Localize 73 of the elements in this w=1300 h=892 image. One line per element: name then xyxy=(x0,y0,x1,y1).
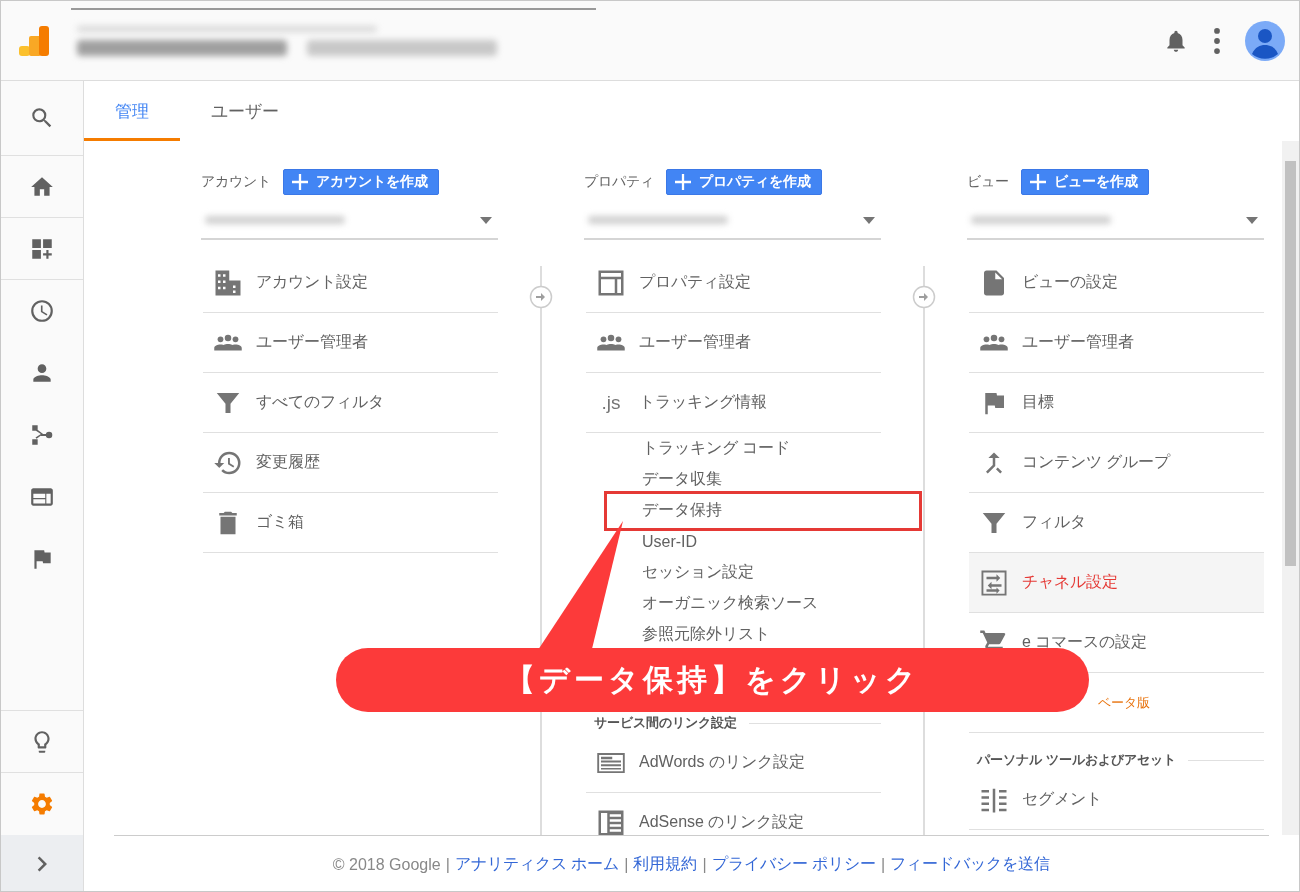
scrollbar[interactable] xyxy=(1282,141,1299,835)
menu-item[interactable]: すべてのフィルタ xyxy=(203,373,498,433)
menu-item[interactable]: 目標 xyxy=(969,373,1264,433)
menu-item[interactable]: チャネル設定 xyxy=(969,553,1264,613)
logo-icon[interactable] xyxy=(17,23,51,58)
menu-item-label: セグメント xyxy=(1022,789,1102,809)
menu-item[interactable]: コンテンツ グループ xyxy=(969,433,1264,493)
menu-item[interactable]: ユーザー管理者 xyxy=(969,313,1264,373)
separator-text: | xyxy=(445,855,450,874)
plus-icon xyxy=(675,174,691,190)
menu-item[interactable]: ユーザー管理者 xyxy=(586,313,881,373)
submenu-link[interactable]: データ保持 xyxy=(586,495,881,526)
js-icon: .js xyxy=(596,391,626,414)
submenu-link[interactable]: データ収集 xyxy=(586,464,881,495)
menu-item-label: ユーザー管理者 xyxy=(1022,332,1134,352)
menu-item-label: 目標 xyxy=(1022,392,1054,412)
caret-icon xyxy=(480,216,492,224)
branch-icon xyxy=(29,422,55,448)
menu-item[interactable]: アカウント設定 xyxy=(203,253,498,313)
column-label: プロパティ xyxy=(584,173,654,191)
caret-icon xyxy=(863,216,875,224)
copyright-text: © 2018 Google xyxy=(332,855,441,874)
settings-icon xyxy=(29,791,55,817)
menu-item-label: コンテンツ グループ xyxy=(1022,452,1171,472)
menu-item-label: ユーザー管理者 xyxy=(256,332,368,352)
arrow-circle-icon[interactable] xyxy=(529,285,553,309)
menu-item[interactable]: AdWords のリンク設定 xyxy=(586,733,881,793)
menu-item-label: フィルタ xyxy=(1022,512,1086,532)
create-button[interactable]: ビューを作成 xyxy=(1021,169,1149,195)
menu-item-label: ユーザー管理者 xyxy=(639,332,751,352)
footer-link[interactable]: プライバシー ポリシー xyxy=(711,854,877,875)
menu-item[interactable]: ユーザー管理者 xyxy=(203,313,498,373)
menu-item[interactable]: 変更履歴 xyxy=(203,433,498,493)
footer-link[interactable]: 利用規約 xyxy=(633,854,698,875)
separator-text: | xyxy=(624,855,629,874)
menu-item[interactable]: プロパティ設定 xyxy=(586,253,881,313)
menu-item-label: ゴミ箱 xyxy=(256,512,304,532)
separator-text: | xyxy=(881,855,886,874)
menu-item-label: ビューの設定 xyxy=(1022,272,1118,292)
menu-item[interactable]: ゴミ箱 xyxy=(203,493,498,553)
footer-link[interactable]: アナリティクス ホーム xyxy=(454,854,620,875)
column-label: アカウント xyxy=(201,173,271,191)
plus-icon xyxy=(1030,174,1046,190)
menu-item[interactable]: AdSense のリンク設定 xyxy=(586,793,881,835)
tab[interactable]: 管理 xyxy=(84,81,180,141)
beta-label: ベータ版 xyxy=(1098,693,1150,712)
tab[interactable]: ユーザー xyxy=(180,81,310,141)
menu-item[interactable]: .js トラッキング情報 xyxy=(586,373,881,433)
clock-icon xyxy=(29,298,55,324)
create-button[interactable]: プロパティを作成 xyxy=(666,169,822,195)
separator-text: | xyxy=(702,855,707,874)
menu-item-label: アカウント設定 xyxy=(256,272,368,292)
submenu-link[interactable]: セッション設定 xyxy=(586,557,881,588)
plus-icon xyxy=(292,174,308,190)
menu-item-label: プロパティ設定 xyxy=(639,272,751,292)
create-button[interactable]: アカウントを作成 xyxy=(283,169,439,195)
submenu-link[interactable]: トラッキング コード xyxy=(586,433,881,464)
arrow-circle-icon[interactable] xyxy=(912,285,936,309)
menu-item-label: チャネル設定 xyxy=(1022,572,1118,592)
menu-item-label: AdWords のリンク設定 xyxy=(639,752,805,772)
section-heading: パーソナル ツールおよびアセット xyxy=(975,751,1176,769)
footer-link[interactable]: フィードバックを送信 xyxy=(890,854,1051,875)
menu-item-label: すべてのフィルタ xyxy=(256,392,384,412)
avatar-icon[interactable] xyxy=(1245,20,1285,61)
caret-icon xyxy=(1246,216,1258,224)
column-label: ビュー xyxy=(967,173,1009,191)
menu-item[interactable]: ビューの設定 xyxy=(969,253,1264,313)
section-heading: サービス間のリンク設定 xyxy=(593,714,737,732)
more-icon[interactable] xyxy=(1213,27,1221,54)
menu-item-label: 変更履歴 xyxy=(256,452,320,472)
menu-item[interactable]: セグメント xyxy=(969,770,1264,830)
menu-item-label: トラッキング情報 xyxy=(639,392,767,412)
menu-item-label: AdSense のリンク設定 xyxy=(639,812,805,832)
